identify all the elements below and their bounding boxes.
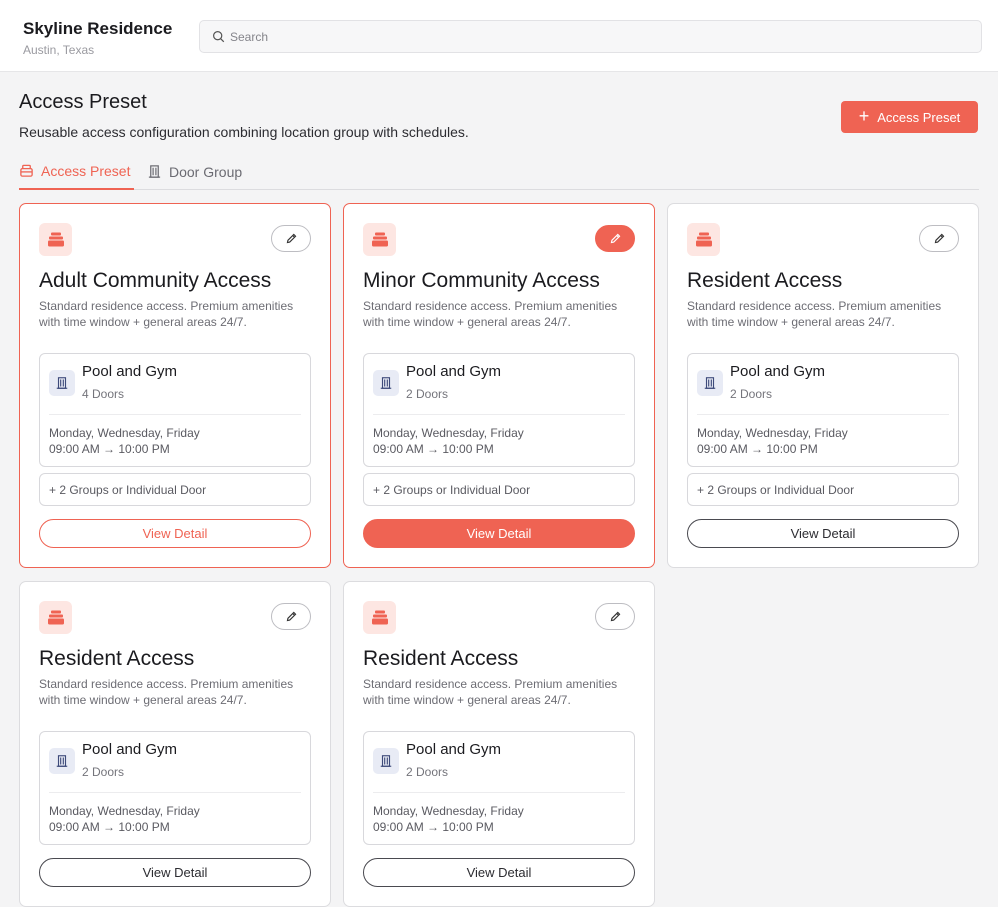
tab-bar: Access Preset Door Group bbox=[19, 153, 979, 190]
divider bbox=[49, 792, 301, 793]
view-detail-button[interactable]: View Detail bbox=[363, 858, 635, 887]
schedule-days: Monday, Wednesday, Friday bbox=[697, 426, 848, 440]
door-group-summary: Pool and Gym 2 Doors Monday, Wednesday, … bbox=[687, 353, 959, 467]
group-name: Pool and Gym bbox=[406, 363, 502, 380]
schedule-time: 09:00 AM → 10:00 PM bbox=[373, 442, 494, 456]
group-name: Pool and Gym bbox=[82, 741, 178, 758]
door-group-summary: Pool and Gym 2 Doors Monday, Wednesday, … bbox=[363, 731, 635, 845]
door-group-summary: Pool and Gym 2 Doors Monday, Wednesday, … bbox=[39, 731, 311, 845]
plus-icon: + bbox=[858, 106, 870, 126]
card-title: Resident Access bbox=[363, 647, 519, 670]
card-title: Minor Community Access bbox=[363, 269, 600, 292]
view-detail-button[interactable]: View Detail bbox=[39, 858, 311, 887]
preset-stack-icon bbox=[39, 223, 72, 256]
door-count: 2 Doors bbox=[406, 765, 449, 779]
preset-card[interactable]: Minor Community Access Standard residenc… bbox=[343, 203, 655, 568]
door-group-summary: Pool and Gym 4 Doors Monday, Wednesday, … bbox=[39, 353, 311, 467]
pencil-icon bbox=[286, 611, 296, 622]
pencil-icon bbox=[610, 233, 620, 244]
property-name: Skyline Residence bbox=[23, 19, 173, 38]
schedule-time: 09:00 AM → 10:00 PM bbox=[49, 442, 170, 456]
door-count: 2 Doors bbox=[82, 765, 125, 779]
edit-button[interactable] bbox=[595, 225, 635, 252]
divider bbox=[373, 414, 625, 415]
pencil-icon bbox=[610, 611, 620, 622]
tab-access-preset[interactable]: Access Preset bbox=[19, 153, 134, 190]
more-groups: + 2 Groups or Individual Door bbox=[363, 473, 635, 506]
tab-label: Access Preset bbox=[41, 162, 131, 179]
door-count: 4 Doors bbox=[82, 387, 125, 401]
preset-stack-icon bbox=[363, 601, 396, 634]
door-group-summary: Pool and Gym 2 Doors Monday, Wednesday, … bbox=[363, 353, 635, 467]
divider bbox=[697, 414, 949, 415]
search-bar[interactable] bbox=[199, 20, 982, 53]
door-icon bbox=[148, 165, 161, 178]
group-name: Pool and Gym bbox=[730, 363, 826, 380]
door-icon bbox=[373, 370, 399, 396]
add-access-preset-button[interactable]: + Access Preset bbox=[841, 101, 978, 133]
preset-card[interactable]: Resident Access Standard residence acces… bbox=[19, 581, 331, 907]
card-description: Standard residence access. Premium ameni… bbox=[39, 677, 294, 707]
card-title: Resident Access bbox=[39, 647, 195, 670]
more-groups: + 2 Groups or Individual Door bbox=[39, 473, 311, 506]
preset-stack-icon bbox=[20, 164, 33, 177]
more-groups: + 2 Groups or Individual Door bbox=[687, 473, 959, 506]
card-title: Resident Access bbox=[687, 269, 843, 292]
tab-door-group[interactable]: Door Group bbox=[147, 153, 242, 190]
door-count: 2 Doors bbox=[730, 387, 773, 401]
preset-card[interactable]: Resident Access Standard residence acces… bbox=[667, 203, 979, 568]
edit-button[interactable] bbox=[919, 225, 959, 252]
search-input[interactable] bbox=[230, 29, 930, 44]
schedule-days: Monday, Wednesday, Friday bbox=[373, 804, 524, 818]
card-description: Standard residence access. Premium ameni… bbox=[363, 677, 618, 707]
door-icon bbox=[49, 370, 75, 396]
tab-label: Door Group bbox=[169, 163, 243, 180]
door-count: 2 Doors bbox=[406, 387, 449, 401]
divider bbox=[373, 792, 625, 793]
card-title: Adult Community Access bbox=[39, 269, 272, 292]
preset-stack-icon bbox=[687, 223, 720, 256]
card-description: Standard residence access. Premium ameni… bbox=[363, 299, 618, 329]
door-icon bbox=[697, 370, 723, 396]
divider bbox=[49, 414, 301, 415]
edit-button[interactable] bbox=[271, 603, 311, 630]
pencil-icon bbox=[934, 233, 944, 244]
view-detail-button[interactable]: View Detail bbox=[363, 519, 635, 548]
card-description: Standard residence access. Premium ameni… bbox=[687, 299, 942, 329]
page-description: Reusable access configuration combining … bbox=[19, 124, 469, 140]
group-name: Pool and Gym bbox=[406, 741, 502, 758]
preset-card[interactable]: Adult Community Access Standard residenc… bbox=[19, 203, 331, 568]
group-name: Pool and Gym bbox=[82, 363, 178, 380]
preset-stack-icon bbox=[39, 601, 72, 634]
door-icon bbox=[373, 748, 399, 774]
schedule-time: 09:00 AM → 10:00 PM bbox=[373, 820, 494, 834]
door-icon bbox=[49, 748, 75, 774]
page-title: Access Preset bbox=[19, 91, 147, 113]
property-location: Austin, Texas bbox=[23, 43, 95, 57]
view-detail-button[interactable]: View Detail bbox=[687, 519, 959, 548]
card-description: Standard residence access. Premium ameni… bbox=[39, 299, 294, 329]
schedule-time: 09:00 AM → 10:00 PM bbox=[49, 820, 170, 834]
edit-button[interactable] bbox=[271, 225, 311, 252]
preset-card[interactable]: Resident Access Standard residence acces… bbox=[343, 581, 655, 907]
edit-button[interactable] bbox=[595, 603, 635, 630]
pencil-icon bbox=[286, 233, 296, 244]
schedule-days: Monday, Wednesday, Friday bbox=[373, 426, 524, 440]
schedule-time: 09:00 AM → 10:00 PM bbox=[697, 442, 818, 456]
schedule-days: Monday, Wednesday, Friday bbox=[49, 804, 200, 818]
top-bar: Skyline Residence Austin, Texas bbox=[0, 0, 998, 72]
view-detail-button[interactable]: View Detail bbox=[39, 519, 311, 548]
schedule-days: Monday, Wednesday, Friday bbox=[49, 426, 200, 440]
search-icon bbox=[213, 31, 225, 43]
preset-stack-icon bbox=[363, 223, 396, 256]
add-access-preset-label: Access Preset bbox=[877, 109, 961, 125]
